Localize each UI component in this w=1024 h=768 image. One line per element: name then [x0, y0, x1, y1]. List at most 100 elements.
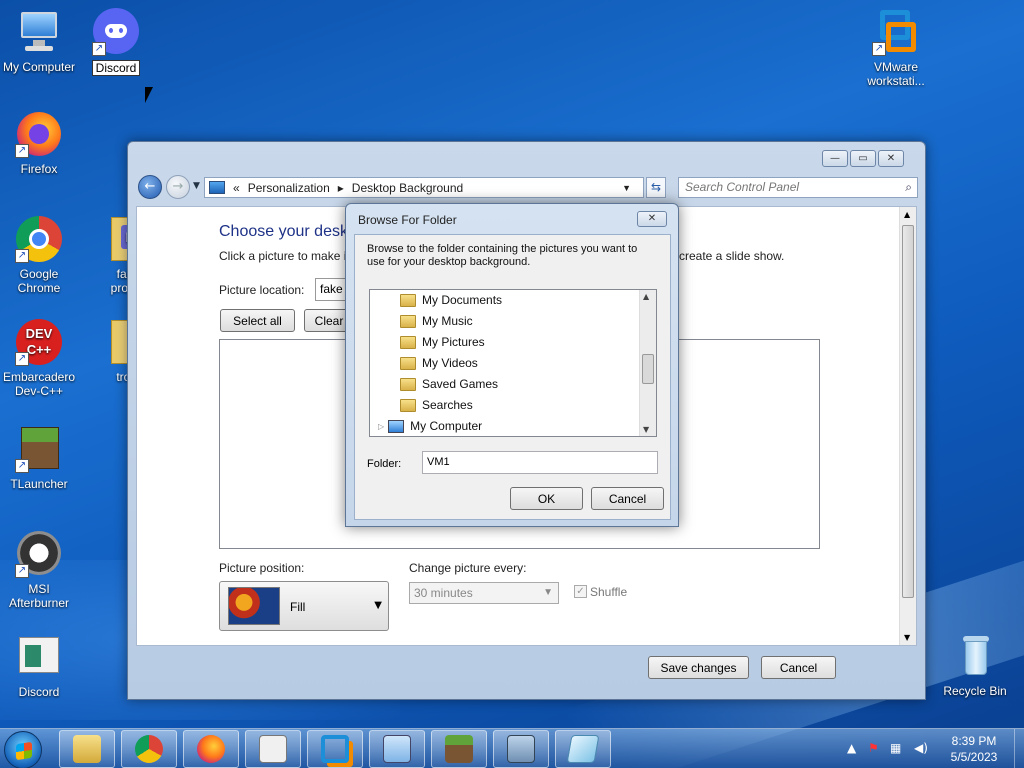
scroll-down-icon[interactable]: ▼: [643, 425, 649, 434]
breadcrumb-personalization[interactable]: Personalization: [248, 181, 330, 195]
show-hidden-icons-icon[interactable]: ▲: [847, 741, 856, 755]
desktop-icon-label: MSI Afterburner: [8, 582, 70, 610]
desktop-icon-vmware[interactable]: ↗ VMware workstati...: [856, 8, 936, 88]
taskbar-tlauncher[interactable]: [431, 730, 487, 768]
scrollbar-thumb[interactable]: [642, 354, 654, 384]
chevron-down-icon: ▼: [374, 600, 382, 611]
tree-item-label: Searches: [422, 398, 473, 412]
application-window-icon: [15, 633, 63, 681]
taskbar-app-window[interactable]: [245, 730, 301, 768]
breadcrumb-separator-icon: ▸: [337, 180, 344, 195]
breadcrumb[interactable]: « Personalization ▸ Desktop Background ▼: [204, 177, 644, 198]
folder-icon: [73, 735, 101, 763]
show-desktop-button[interactable]: [1014, 729, 1024, 768]
save-changes-button[interactable]: Save changes: [648, 656, 749, 679]
address-bar: ← → ▼ « Personalization ▸ Desktop Backgr…: [136, 175, 919, 199]
taskbar: ▲ ⚑ ▦ ◀) 8:39 PM 5/5/2023: [0, 728, 1024, 768]
tree-item-my-documents[interactable]: My Documents: [400, 290, 502, 310]
shortcut-arrow-icon: ↗: [15, 352, 29, 366]
tree-item-label: My Computer: [410, 419, 483, 433]
page-title: Choose your deskt: [219, 223, 353, 240]
recent-pages-dropdown-icon[interactable]: ▼: [193, 181, 200, 191]
shortcut-arrow-icon: ↗: [15, 144, 29, 158]
folder-label: Folder:: [367, 458, 402, 470]
desktop-icon-label: Recycle Bin: [943, 684, 1007, 698]
control-panel-icon: [383, 735, 411, 763]
action-center-icon[interactable]: ⚑: [868, 741, 879, 755]
breadcrumb-prefix[interactable]: «: [233, 181, 240, 195]
tree-scrollbar[interactable]: ▲ ▼: [639, 290, 656, 436]
expand-arrow-icon[interactable]: ▷: [378, 422, 384, 431]
desktop-icon-tlauncher[interactable]: ↗ TLauncher: [0, 425, 79, 491]
taskbar-explorer[interactable]: [59, 730, 115, 768]
search-icon: ⌕: [905, 180, 912, 194]
desktop-icon-recycle-bin[interactable]: Recycle Bin: [935, 632, 1015, 698]
tree-item-my-computer[interactable]: ▷ My Computer: [378, 416, 482, 436]
folder-tree[interactable]: My Documents My Music My Pictures My Vid…: [369, 289, 657, 437]
volume-icon[interactable]: ◀): [914, 741, 928, 755]
taskbar-network-app[interactable]: [493, 730, 549, 768]
tree-item-my-videos[interactable]: My Videos: [400, 353, 478, 373]
desktop-icon-my-computer[interactable]: My Computer: [0, 8, 79, 74]
tree-item-saved-games[interactable]: Saved Games: [400, 374, 498, 394]
refresh-button[interactable]: ⇆: [646, 177, 666, 198]
desktop-icon-discord-2[interactable]: Discord: [0, 633, 79, 699]
shuffle-checkbox[interactable]: ✓: [574, 585, 587, 598]
back-button[interactable]: ←: [138, 175, 162, 199]
desktop-icon-chrome[interactable]: ↗ Google Chrome: [0, 215, 79, 295]
firefox-icon: ↗: [15, 110, 63, 158]
taskbar-vmware[interactable]: [307, 730, 363, 768]
wallpaper-thumbnail: [228, 587, 280, 625]
taskbar-control-panel[interactable]: [369, 730, 425, 768]
start-button[interactable]: [4, 731, 42, 768]
close-button[interactable]: ✕: [878, 150, 904, 167]
change-picture-label: Change picture every:: [409, 561, 527, 575]
desktop-icon-discord[interactable]: ↗ Discord: [76, 8, 156, 76]
ok-button[interactable]: OK: [510, 487, 583, 510]
change-picture-interval-select[interactable]: 30 minutes ▼: [409, 582, 559, 604]
desktop-icon-firefox[interactable]: ↗ Firefox: [0, 110, 79, 176]
clock-time: 8:39 PM: [951, 734, 997, 748]
network-icon[interactable]: ▦: [890, 741, 901, 755]
content-scrollbar[interactable]: ▲ ▼: [899, 207, 916, 645]
breadcrumb-desktop-background[interactable]: Desktop Background: [352, 181, 463, 195]
search-placeholder: Search Control Panel: [685, 180, 800, 194]
music-folder-icon: [400, 314, 416, 328]
desktop-icon-msi-afterburner[interactable]: ↗ MSI Afterburner: [0, 530, 79, 610]
minecraft-grass-icon: ↗: [15, 425, 63, 473]
folder-icon: [400, 293, 416, 307]
tree-item-label: My Videos: [422, 356, 478, 370]
taskbar-firefox[interactable]: [183, 730, 239, 768]
picture-position-dropdown[interactable]: Fill ▼: [219, 581, 389, 631]
window-controls: — ▭ ✕: [820, 150, 904, 167]
devcpp-icon: DEV C++ ↗: [15, 318, 63, 366]
desktop-icon-label[interactable]: Discord: [91, 60, 141, 76]
page-description: Click a picture to make i: [219, 249, 347, 263]
forward-button[interactable]: →: [166, 175, 190, 199]
page-description-right: create a slide show.: [679, 249, 785, 263]
scrollbar-thumb[interactable]: [902, 225, 914, 598]
taskbar-notepad[interactable]: [555, 730, 611, 768]
desktop-icon-devcpp[interactable]: DEV C++ ↗ Embarcadero Dev-C++: [0, 318, 79, 398]
system-clock[interactable]: 8:39 PM 5/5/2023: [940, 733, 1008, 765]
scroll-up-icon[interactable]: ▲: [643, 292, 649, 301]
cancel-button[interactable]: Cancel: [761, 656, 836, 679]
tree-item-my-music[interactable]: My Music: [400, 311, 473, 331]
maximize-button[interactable]: ▭: [850, 150, 876, 167]
notepad-icon: [566, 735, 600, 763]
folder-input[interactable]: VM1: [422, 451, 658, 474]
dialog-close-button[interactable]: ✕: [637, 211, 667, 227]
tree-item-my-pictures[interactable]: My Pictures: [400, 332, 485, 352]
dialog-cancel-button[interactable]: Cancel: [591, 487, 664, 510]
address-dropdown-icon[interactable]: ▼: [622, 183, 631, 193]
scroll-down-icon[interactable]: ▼: [904, 633, 910, 642]
tree-item-searches[interactable]: Searches: [400, 395, 473, 415]
change-picture-value: 30 minutes: [414, 586, 473, 600]
taskbar-chrome[interactable]: [121, 730, 177, 768]
search-input[interactable]: Search Control Panel ⌕: [678, 177, 918, 198]
desktop-icon-label: Embarcadero Dev-C++: [2, 370, 76, 398]
scroll-up-icon[interactable]: ▲: [904, 210, 910, 219]
select-all-button[interactable]: Select all: [220, 309, 295, 332]
minimize-button[interactable]: —: [822, 150, 848, 167]
control-panel-icon: [209, 181, 225, 194]
